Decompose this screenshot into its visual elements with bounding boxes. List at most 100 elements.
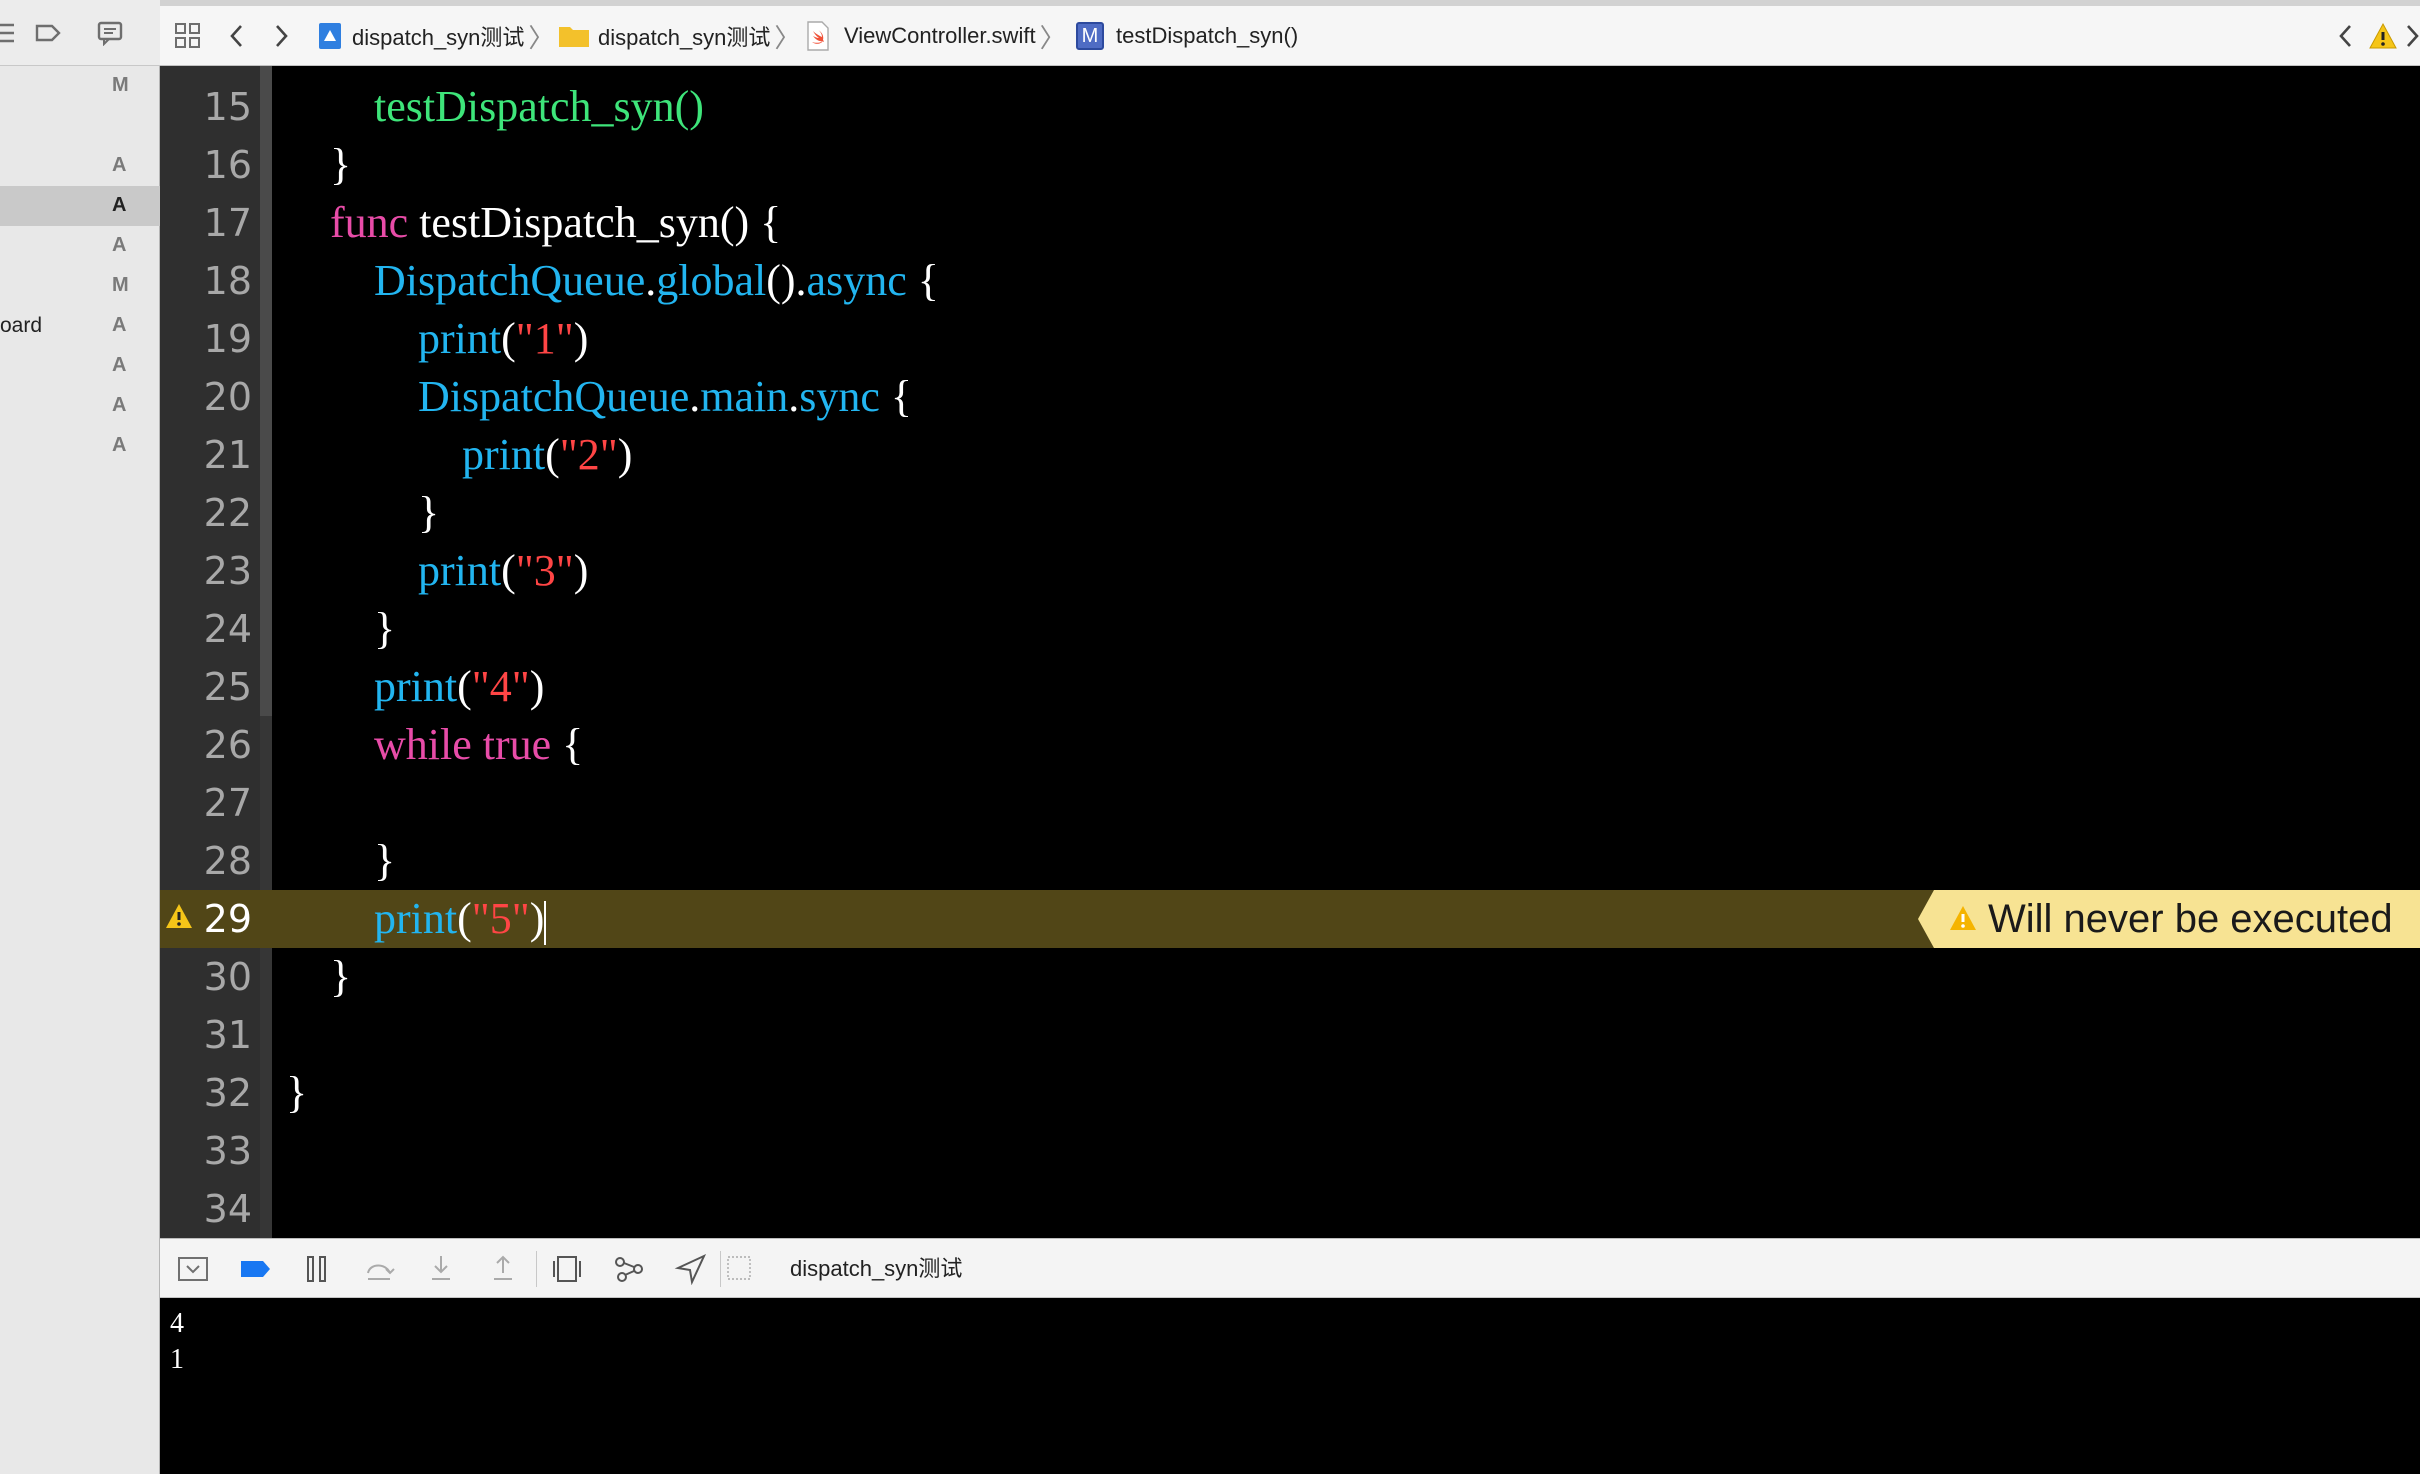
breadcrumb-file[interactable]: ViewController.swift 〉 [806, 6, 1066, 66]
step-over-icon[interactable] [362, 1253, 396, 1285]
line-number: 33 [203, 1129, 252, 1173]
toolbar-divider [720, 1251, 721, 1287]
back-icon[interactable] [226, 22, 248, 50]
code-line[interactable]: 33 [160, 1122, 2420, 1180]
breadcrumb-project-label: dispatch_syn测试 [352, 25, 525, 50]
code-text: print("2") [462, 430, 633, 479]
file-item[interactable]: A [0, 426, 160, 466]
debug-target-label[interactable]: dispatch_syn测试 [790, 1239, 962, 1299]
simulate-location-icon[interactable] [674, 1253, 708, 1285]
line-number: 17 [203, 201, 252, 245]
file-item[interactable]: A [0, 346, 160, 386]
code-text: } [374, 604, 396, 653]
line-number: 25 [203, 665, 252, 709]
file-item[interactable]: M [0, 66, 160, 106]
previous-issue-icon[interactable] [2336, 22, 2356, 50]
console-output[interactable]: 4 1 [160, 1298, 2420, 1474]
line-number: 22 [203, 491, 252, 535]
breadcrumb-project[interactable]: dispatch_syn测试〉 [316, 6, 554, 66]
next-issue-icon[interactable] [2404, 22, 2420, 50]
code-line[interactable]: 32 } [160, 1064, 2420, 1122]
file-item[interactable]: A [0, 386, 160, 426]
project-navigator: M A A A M oard A A A A [0, 0, 160, 1474]
code-text: print("3") [418, 546, 589, 595]
breadcrumb-separator-icon: 〉 [528, 22, 555, 53]
file-item[interactable]: oard A [0, 306, 160, 346]
pause-icon[interactable] [300, 1253, 334, 1285]
list-icon[interactable] [0, 20, 18, 46]
line-number: 20 [203, 375, 252, 419]
code-line[interactable]: 25 print("4") [160, 658, 2420, 716]
file-status: A [112, 194, 127, 216]
file-item[interactable]: M [0, 266, 160, 306]
code-line-warning[interactable]: 29 print("5") Will never be executed [160, 890, 2420, 948]
code-line[interactable]: 19 print("1") [160, 310, 2420, 368]
code-line[interactable]: 16 } [160, 136, 2420, 194]
code-text: print("1") [418, 314, 589, 363]
code-line[interactable]: 26 while true { [160, 716, 2420, 774]
related-items-icon[interactable] [174, 22, 202, 50]
console-line: 1 [170, 1344, 184, 1375]
code-line[interactable]: 31 [160, 1006, 2420, 1064]
jump-bar: dispatch_syn测试〉 dispatch_syn测试〉 ViewCont… [160, 6, 2420, 66]
forward-icon[interactable] [270, 22, 292, 50]
swift-file-icon [807, 21, 829, 51]
warning-message-bubble[interactable]: Will never be executed [1918, 890, 2420, 948]
code-text: print("4") [374, 662, 545, 711]
file-name: oard [0, 314, 43, 337]
memory-graph-icon[interactable] [612, 1253, 646, 1285]
code-line[interactable]: 24 } [160, 600, 2420, 658]
line-number: 34 [203, 1187, 252, 1231]
code-text: print("5") [374, 894, 547, 945]
line-number: 28 [203, 839, 252, 883]
code-text: testDispatch_syn() [374, 82, 704, 131]
source-editor[interactable]: 15 testDispatch_syn() 16 } 17 func testD… [160, 66, 2420, 1238]
warning-icon[interactable] [2368, 22, 2398, 50]
file-status: A [112, 154, 127, 176]
step-into-icon[interactable] [424, 1253, 458, 1285]
breakpoints-toggle-icon[interactable] [238, 1253, 272, 1285]
line-number: 30 [203, 955, 252, 999]
code-line[interactable]: 27 [160, 774, 2420, 832]
line-number: 31 [203, 1013, 252, 1057]
code-line[interactable]: 17 func testDispatch_syn() { [160, 194, 2420, 252]
breadcrumb-file-label: ViewController.swift [844, 23, 1036, 48]
line-number: 18 [203, 259, 252, 303]
step-out-icon[interactable] [486, 1253, 520, 1285]
line-number: 24 [203, 607, 252, 651]
file-item[interactable]: A [0, 226, 160, 266]
breadcrumb-group[interactable]: dispatch_syn测试〉 [558, 6, 800, 66]
breakpoint-navigator-icon[interactable] [34, 20, 62, 46]
file-status: A [112, 394, 127, 416]
file-status: A [112, 234, 127, 256]
breadcrumb-method[interactable]: M testDispatch_syn() [1076, 6, 1298, 66]
line-number: 29 [203, 897, 252, 941]
code-line[interactable]: 34 [160, 1180, 2420, 1238]
file-item[interactable]: A [0, 146, 160, 186]
code-line[interactable]: 23 print("3") [160, 542, 2420, 600]
view-hierarchy-icon[interactable] [550, 1253, 584, 1285]
file-item-selected[interactable]: A [0, 186, 160, 226]
debug-bar: dispatch_syn测试 [160, 1238, 2420, 1298]
code-line[interactable]: 28 } [160, 832, 2420, 890]
warning-icon [1950, 906, 1976, 930]
line-number: 21 [203, 433, 252, 477]
app-target-icon [727, 1256, 751, 1280]
code-text: } [330, 952, 352, 1001]
code-line[interactable]: 22 } [160, 484, 2420, 542]
project-icon [319, 23, 341, 49]
code-line[interactable]: 18 DispatchQueue.global().async { [160, 252, 2420, 310]
breadcrumb-separator-icon: 〉 [1039, 22, 1066, 53]
code-line[interactable]: 21 print("2") [160, 426, 2420, 484]
line-number: 15 [203, 85, 252, 129]
hide-debug-area-icon[interactable] [176, 1253, 210, 1285]
line-number: 32 [203, 1071, 252, 1115]
code-line[interactable]: 20 DispatchQueue.main.sync { [160, 368, 2420, 426]
folder-icon [559, 27, 589, 47]
code-line[interactable]: 15 testDispatch_syn() [160, 78, 2420, 136]
text-cursor [544, 900, 547, 945]
line-number: 23 [203, 549, 252, 593]
code-line[interactable]: 30 } [160, 948, 2420, 1006]
code-text: DispatchQueue.main.sync { [418, 372, 913, 421]
report-navigator-icon[interactable] [96, 20, 124, 46]
